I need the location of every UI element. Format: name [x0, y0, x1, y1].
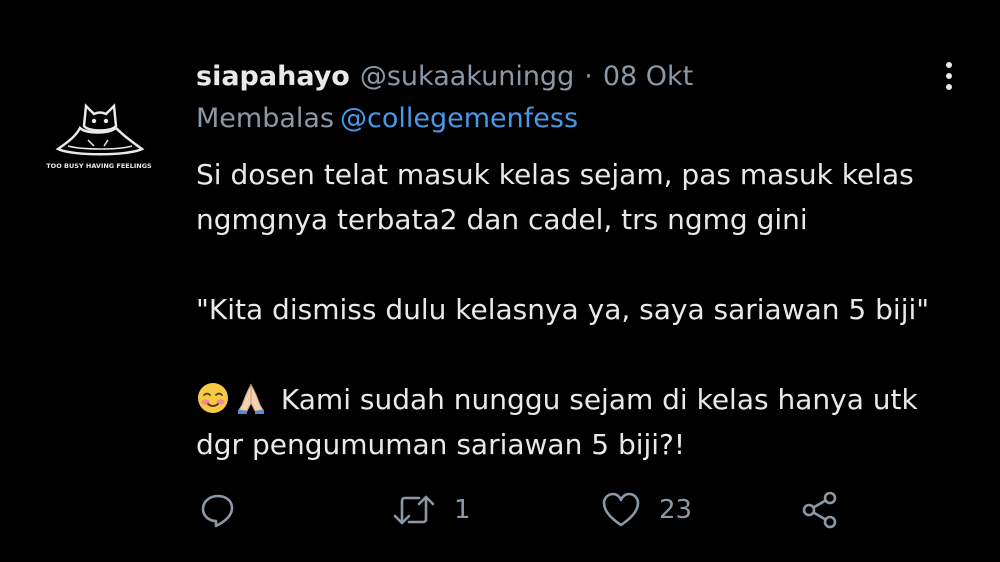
separator-dot: ·: [584, 60, 593, 92]
retweet-button[interactable]: 1: [392, 490, 471, 530]
folded-hands-emoji: [234, 381, 268, 415]
action-bar: 1 23: [0, 490, 1000, 530]
user-handle[interactable]: @sukaakuningg: [360, 61, 574, 92]
retweet-arrows-icon: [393, 495, 435, 525]
tweet-text-line: Si dosen telat masuk kelas sejam, pas ma…: [196, 158, 914, 191]
tweet-text-line: "Kita dismiss dulu kelasnya ya, saya sar…: [196, 293, 930, 326]
tweet-text-line-with-emoji: Kami sudah nunggu sejam di kelas hanya u…: [196, 377, 976, 422]
like-count: 23: [659, 495, 693, 525]
tweet-text-line: ngmgnya terbata2 dan cadel, trs ngmg gin…: [196, 203, 808, 236]
share-icon: [802, 491, 837, 529]
tweet-text-line: dgr pengumuman sariawan 5 biji?!: [196, 428, 686, 461]
retweet-count: 1: [454, 495, 471, 525]
heart-icon: [602, 492, 640, 527]
more-vertical-icon[interactable]: [934, 56, 964, 96]
tweet-date[interactable]: 08 Okt: [603, 61, 693, 92]
tweet-body: Si dosen telat masuk kelas sejam, pas ma…: [196, 152, 976, 467]
reply-button[interactable]: [199, 490, 237, 530]
share-button[interactable]: [800, 490, 840, 530]
avatar-cat-drawing: TOO BUSY HAVING FEELINGS: [46, 103, 152, 170]
reply-mention-link[interactable]: @collegemenfess: [340, 103, 578, 134]
avatar[interactable]: TOO BUSY HAVING FEELINGS: [28, 84, 170, 184]
smiling-face-with-blush-emoji: [196, 381, 230, 415]
reply-context: Membalas @collegemenfess: [196, 103, 578, 134]
tweet: TOO BUSY HAVING FEELINGS siapahayo @suka…: [0, 0, 1000, 562]
avatar-caption: TOO BUSY HAVING FEELINGS: [46, 162, 152, 170]
reply-prefix: Membalas: [196, 103, 335, 134]
display-name[interactable]: siapahayo: [196, 61, 350, 92]
like-button[interactable]: 23: [601, 490, 692, 530]
tweet-header: siapahayo @sukaakuningg · 08 Okt: [196, 56, 693, 96]
reply-bubble-icon: [201, 494, 234, 528]
tweet-text-segment: Kami sudah nunggu sejam di kelas hanya u…: [280, 383, 918, 416]
